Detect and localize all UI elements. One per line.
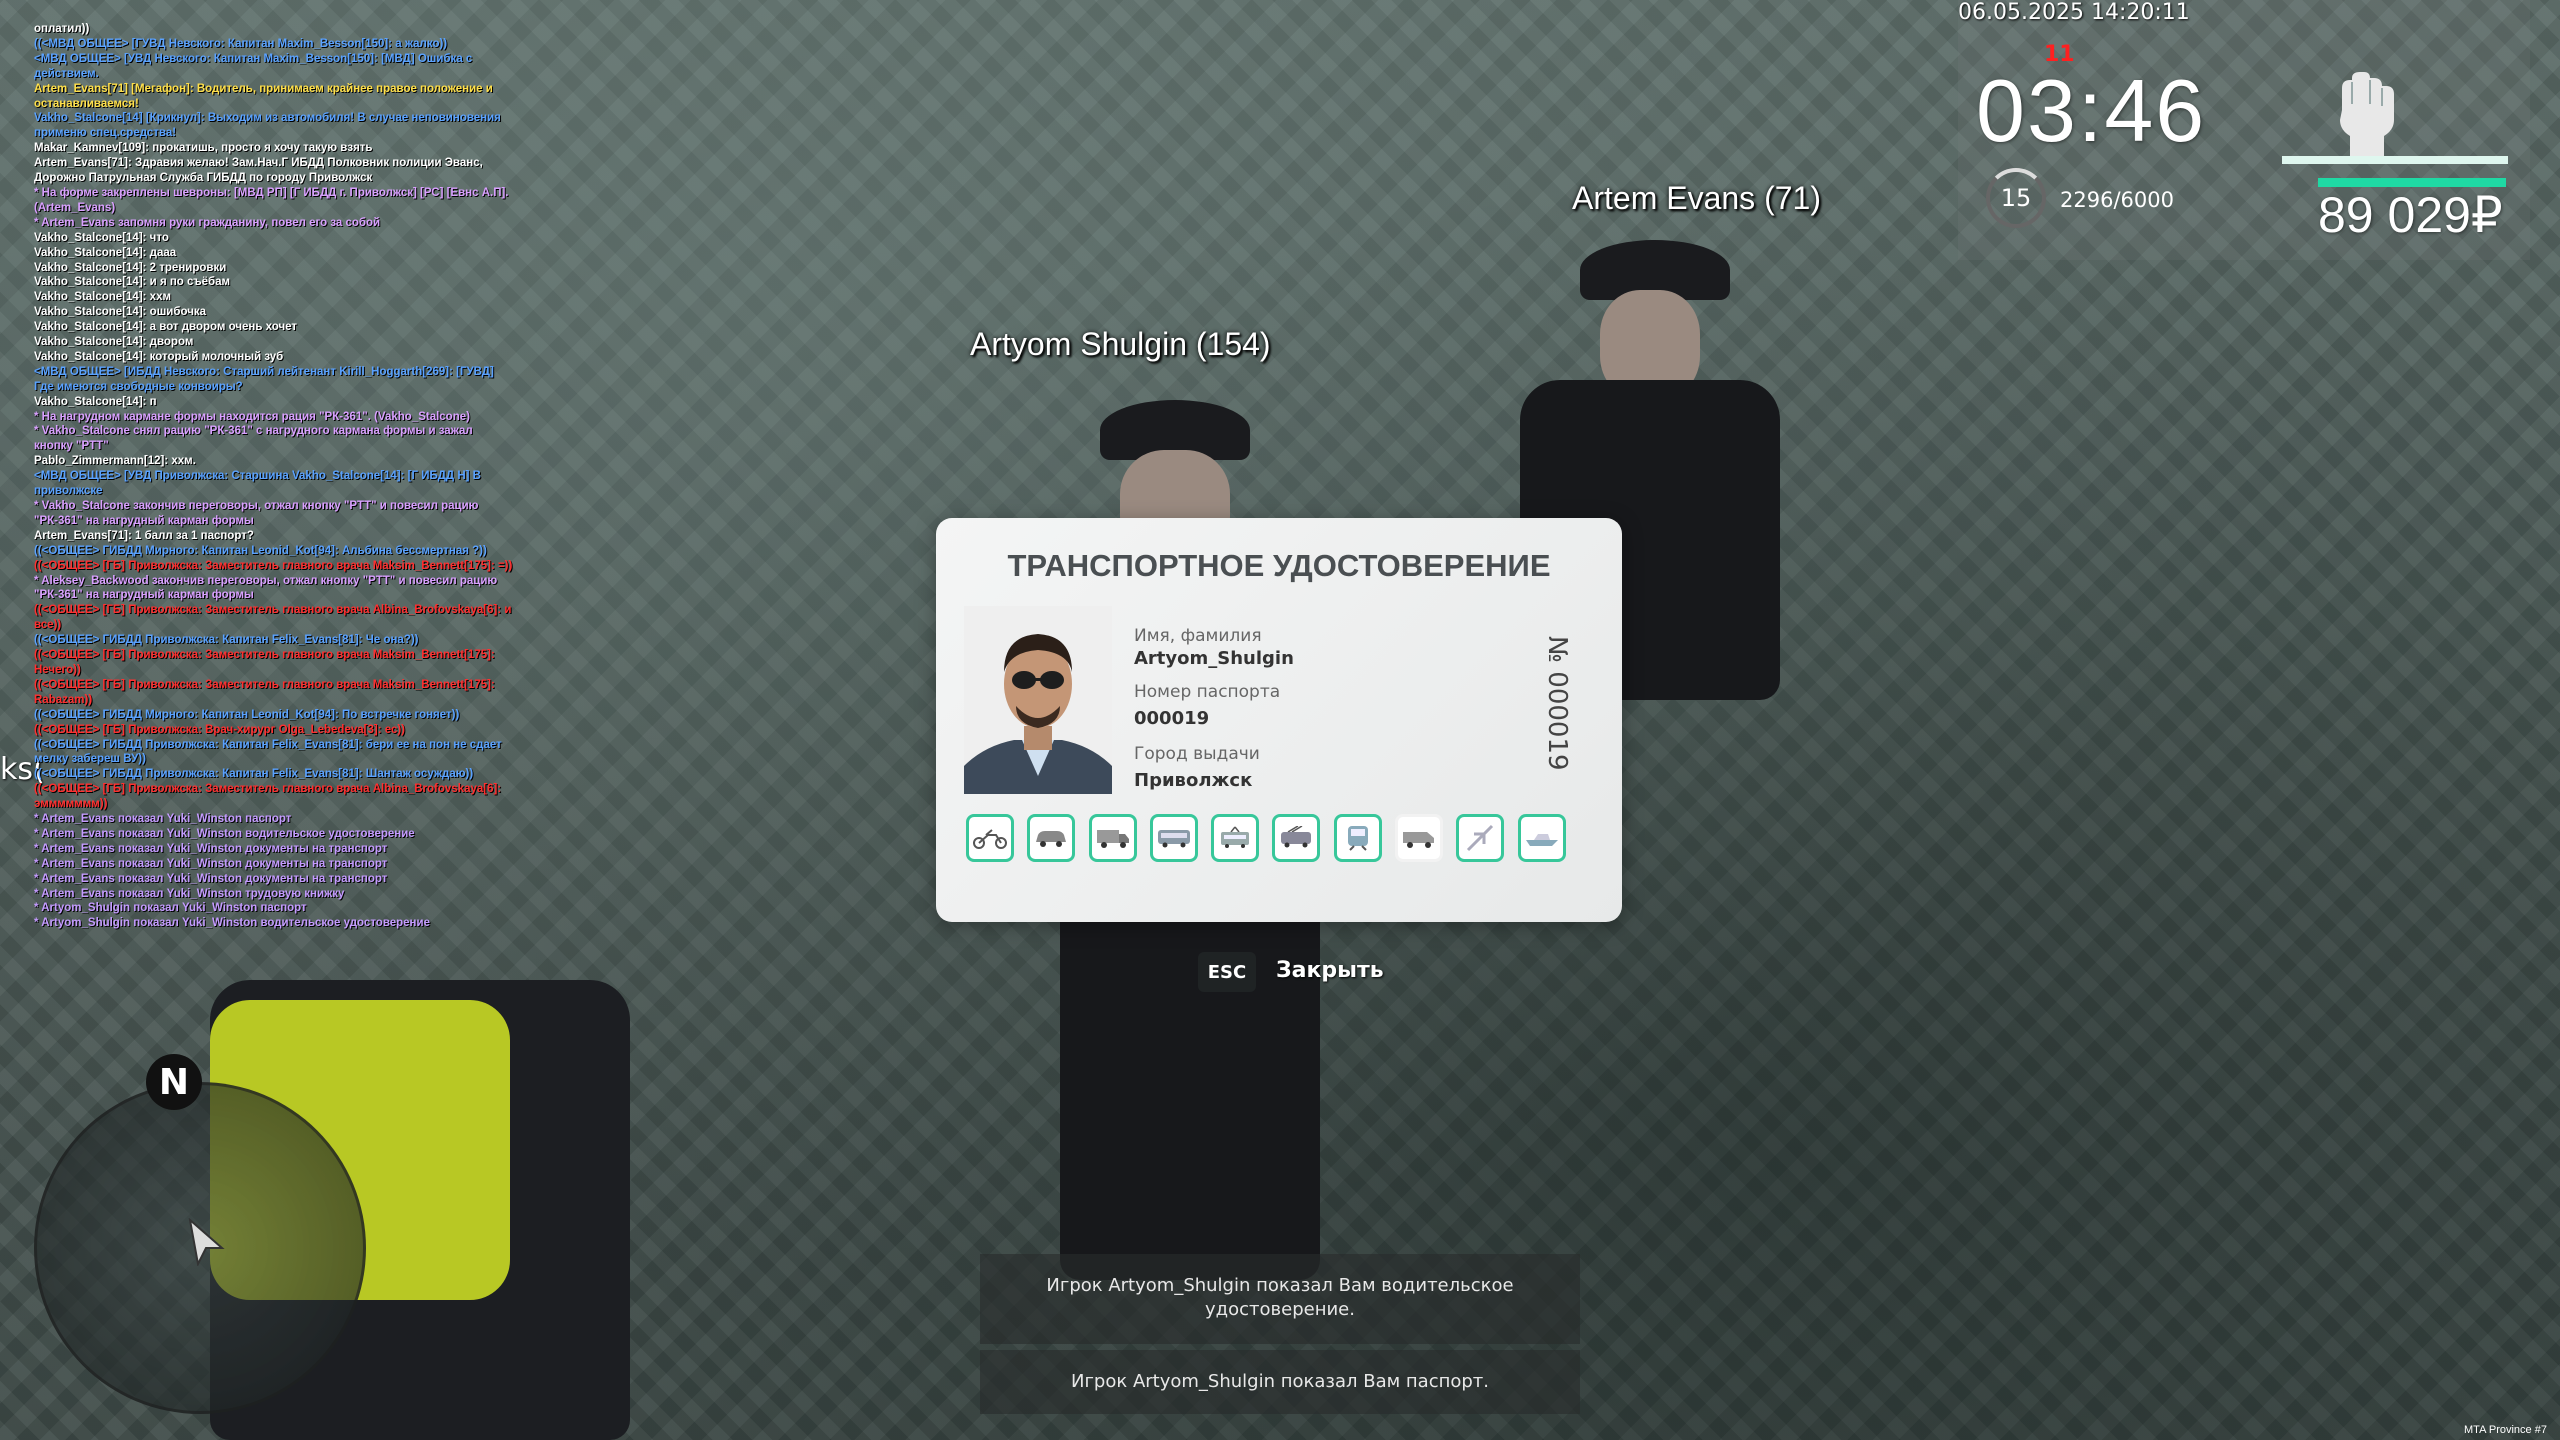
chat-line: ((<МВД ОБЩЕЕ> [ГУВД Невского: Капитан Ma… bbox=[34, 37, 448, 50]
category-car bbox=[1027, 814, 1076, 862]
tram-icon bbox=[1221, 826, 1250, 848]
chat-line: ((<ОБЩЕЕ> [ГБ] Приволжска: Врач-хирург O… bbox=[34, 723, 406, 736]
level-indicator: 15 bbox=[1986, 168, 2046, 228]
chat-line: Makar_Kamnev[109]: прокатишь, просто я х… bbox=[34, 142, 373, 155]
name-label: Имя, фамилия bbox=[1134, 626, 1262, 646]
chat-line: <МВД ОБЩЕЕ> [ИБДД Невского: Старший лейт… bbox=[34, 365, 494, 393]
chat-line: Vakho_Stalcone[14]: ошибочка bbox=[34, 306, 207, 319]
chat-line: * Artem_Evans показал Yuki_Winston докум… bbox=[34, 842, 388, 855]
experience-counter: 2296/6000 bbox=[2060, 188, 2174, 212]
chat-line: ((<ОБЩЕЕ> ГИБДД Мирного: Капитан Leonid_… bbox=[34, 544, 487, 557]
chat-line: * Artem_Evans показал Yuki_Winston паспо… bbox=[34, 813, 292, 826]
chat-line: ((<ОБЩЕЕ> ГИБДД Мирного: Капитан Leonid_… bbox=[34, 708, 460, 721]
chat-line: * Artem_Evans показал Yuki_Winston докум… bbox=[34, 872, 388, 885]
chat-line: Vakho_Stalcone[14]: двором bbox=[34, 336, 194, 349]
chat-log: оплатил)) ((<МВД ОБЩЕЕ> [ГУВД Невского: К… bbox=[34, 22, 514, 931]
chat-line: Vakho_Stalcone[14]: который молочный зуб bbox=[34, 350, 284, 363]
money-balance: 89 029₽ bbox=[2318, 187, 2503, 243]
chat-line: Artem_Evans[71]: Здравия желаю! Зам.Нач.… bbox=[34, 157, 483, 185]
chat-line: * Artyom_Shulgin показал Yuki_Winston во… bbox=[34, 917, 430, 930]
category-train bbox=[1333, 814, 1382, 862]
issue-city-label: Город выдачи bbox=[1134, 744, 1260, 764]
esc-key-badge[interactable]: ESC bbox=[1198, 952, 1256, 992]
chat-line: ((<ОБЩЕЕ> ГИБДД Приволжска: Капитан Feli… bbox=[34, 634, 419, 647]
transport-license-card: ТРАНСПОРТНОЕ УДОСТОВЕРЕНИЕ Имя, фамилия … bbox=[936, 518, 1622, 922]
chat-line: Vakho_Stalcone[14]: дааа bbox=[34, 246, 177, 259]
chat-line: * Artem_Evans показал Yuki_Winston докум… bbox=[34, 857, 388, 870]
chat-line: Vakho_Stalcone[14]: а вот двором очень х… bbox=[34, 321, 298, 334]
chat-line: * Vakho_Stalcone снял рацию "РК-361" с н… bbox=[34, 425, 473, 453]
chat-line: ((<ОБЩЕЕ> [ГБ] Приволжска: Заместитель г… bbox=[34, 559, 513, 572]
car-icon bbox=[1036, 831, 1067, 847]
chat-line: Artem_Evans[71]: 1 балл за 1 паспорт? bbox=[34, 529, 254, 542]
chat-line: Vakho_Stalcone[14]: ххм bbox=[34, 291, 171, 304]
chat-line: <МВД ОБЩЕЕ> [УВД Приволжска: Старшина Va… bbox=[34, 470, 481, 498]
category-van bbox=[1395, 814, 1444, 862]
notification-passport: Игрок Artyom_Shulgin показал Вам паспорт… bbox=[980, 1350, 1580, 1414]
boat-icon bbox=[1525, 834, 1558, 846]
category-motorcycle bbox=[966, 814, 1014, 862]
chat-line: Vakho_Stalcone[14]: что bbox=[34, 231, 169, 244]
motorcycle-icon bbox=[973, 829, 1007, 849]
player-nametag: Artyom Shulgin (154) bbox=[970, 326, 1271, 362]
issue-city-value: Приволжск bbox=[1134, 770, 1253, 791]
player-position-arrow-icon bbox=[188, 1218, 225, 1266]
server-version: MTA Province #7 bbox=[2464, 1424, 2547, 1436]
train-icon bbox=[1347, 826, 1368, 851]
chat-line: оплатил)) bbox=[34, 23, 90, 35]
chat-line: * Vakho_Stalcone закончив переговоры, от… bbox=[34, 500, 479, 527]
plane-icon bbox=[1467, 824, 1494, 852]
category-truck bbox=[1088, 814, 1137, 862]
chat-line: ((<ОБЩЕЕ> [ГБ] Приволжска: Заместитель г… bbox=[34, 649, 495, 676]
category-bus bbox=[1149, 814, 1198, 862]
chat-line: ((<ОБЩЕЕ> [ГБ] Приволжска: Заместитель г… bbox=[34, 783, 502, 811]
chat-line: ((<ОБЩЕЕ> [ГБ] Приволжска: Заместитель г… bbox=[34, 678, 495, 706]
chat-line: * Aleksey_Backwood закончив переговоры, … bbox=[34, 574, 498, 602]
health-bar bbox=[2282, 156, 2508, 164]
passport-number-value: 000019 bbox=[1134, 708, 1210, 729]
chat-line: * На нагрудном кармане формы находится р… bbox=[34, 410, 470, 423]
chat-line: * Artem_Evans показал Yuki_Winston водит… bbox=[34, 827, 415, 840]
notification-driver-license: Игрок Artyom_Shulgin показал Вам водител… bbox=[980, 1254, 1580, 1344]
fist-icon bbox=[2340, 72, 2394, 156]
category-plane bbox=[1456, 814, 1505, 862]
chat-line: * Artem_Evans запомня руки гражданину, п… bbox=[34, 216, 381, 229]
chat-line: * Artyom_Shulgin показал Yuki_Winston па… bbox=[34, 902, 307, 915]
truck-icon bbox=[1096, 830, 1129, 848]
holder-photo bbox=[964, 606, 1112, 794]
card-title: ТРАНСПОРТНОЕ УДОСТОВЕРЕНИЕ bbox=[1007, 548, 1551, 583]
chat-line: * Artem_Evans показал Yuki_Winston трудо… bbox=[34, 887, 345, 900]
chat-line: ((<ОБЩЕЕ> ГИБДД Приволжска: Капитан Feli… bbox=[34, 768, 474, 781]
passport-number-label: Номер паспорта bbox=[1134, 682, 1281, 702]
chat-line: Vakho_Stalcone[14] [Крикнул]: Выходим из… bbox=[34, 112, 501, 140]
category-trolleybus bbox=[1272, 814, 1321, 862]
north-indicator: N bbox=[146, 1054, 202, 1110]
category-tram bbox=[1211, 814, 1260, 862]
chat-line: * На форме закреплены шевроны: [МВД РП] … bbox=[34, 186, 509, 214]
license-number: № 000019 bbox=[1542, 636, 1572, 771]
date-time: 06.05.2025 14:20:11 bbox=[1958, 0, 2190, 25]
game-clock: 03:46 bbox=[1976, 61, 2207, 160]
trolleybus-icon bbox=[1281, 826, 1312, 848]
bus-icon bbox=[1157, 830, 1190, 848]
category-boat bbox=[1517, 814, 1566, 862]
notification-text: Игрок Artyom_Shulgin показал Вам водител… bbox=[1046, 1275, 1514, 1320]
player-nametag: Artem Evans (71) bbox=[1572, 180, 1821, 216]
notification-text: Игрок Artyom_Shulgin показал Вам паспорт… bbox=[1070, 1371, 1490, 1392]
chat-line: Vakho_Stalcone[14]: п bbox=[34, 395, 157, 408]
vehicle-categories bbox=[966, 814, 1566, 862]
chat-line: Vakho_Stalcone[14]: и я по съёбам bbox=[34, 276, 231, 289]
chat-line: Pablo_Zimmermann[12]: ххм. bbox=[34, 455, 196, 468]
van-icon bbox=[1403, 832, 1435, 848]
chat-line: Vakho_Stalcone[14]: 2 тренировки bbox=[34, 261, 227, 274]
name-value: Artyom_Shulgin bbox=[1134, 648, 1294, 669]
chat-line: Artem_Evans[71] [Мегафон]: Водитель, при… bbox=[34, 82, 493, 110]
level-value: 15 bbox=[2000, 184, 2032, 212]
chat-line: ((<ОБЩЕЕ> [ГБ] Приволжска: Заместитель г… bbox=[34, 604, 512, 632]
chat-line: ((<ОБЩЕЕ> ГИБДД Приволжска: Капитан Feli… bbox=[34, 738, 502, 766]
close-button[interactable]: Закрыть bbox=[1276, 958, 1384, 983]
chat-line: <МВД ОБЩЕЕ> [УВД Невского: Капитан Maxim… bbox=[34, 52, 473, 80]
